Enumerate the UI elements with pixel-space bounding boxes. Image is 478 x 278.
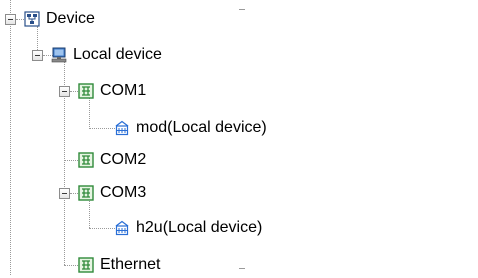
collapse-com3-toggle[interactable] xyxy=(59,188,70,199)
tree-node-com1[interactable]: COM1 xyxy=(78,80,146,102)
tree-connector xyxy=(89,228,115,229)
tree-node-label: COM2 xyxy=(100,151,147,168)
serial-port-icon xyxy=(78,185,94,201)
network-device-icon xyxy=(24,11,40,27)
tree-node-device[interactable]: Device xyxy=(24,8,95,30)
tree-node-h2u-station[interactable]: h2u(Local device) xyxy=(114,217,262,239)
tree-node-local-device[interactable]: Local device xyxy=(51,44,162,66)
tree-node-label: Ethernet xyxy=(100,256,161,273)
tree-node-com2[interactable]: COM2 xyxy=(78,149,146,171)
scroll-marker xyxy=(239,9,245,10)
scroll-marker xyxy=(239,268,245,269)
serial-port-icon xyxy=(78,152,94,168)
station-icon xyxy=(114,120,130,136)
tree-node-ethernet[interactable]: Ethernet xyxy=(78,254,160,276)
collapse-com1-toggle[interactable] xyxy=(59,86,70,97)
tree-connector xyxy=(89,128,115,129)
tree-node-label: COM1 xyxy=(100,82,147,99)
serial-port-icon xyxy=(78,257,94,273)
collapse-local-device-toggle[interactable] xyxy=(32,50,43,61)
station-icon xyxy=(114,220,130,236)
serial-port-icon xyxy=(78,83,94,99)
tree-node-mod-station[interactable]: mod(Local device) xyxy=(114,117,267,139)
tree-node-label: Local device xyxy=(73,46,162,63)
device-tree: Device Local device COM1 mod(Local devic… xyxy=(0,0,478,275)
tree-guide-line xyxy=(10,0,11,275)
tree-node-label: COM3 xyxy=(100,184,147,201)
tree-node-label: Device xyxy=(46,10,95,27)
tree-node-label: mod(Local device) xyxy=(136,119,267,136)
tree-node-com3[interactable]: COM3 xyxy=(78,182,146,204)
tree-node-label: h2u(Local device) xyxy=(136,219,263,236)
computer-icon xyxy=(51,47,67,63)
collapse-device-toggle[interactable] xyxy=(5,14,16,25)
